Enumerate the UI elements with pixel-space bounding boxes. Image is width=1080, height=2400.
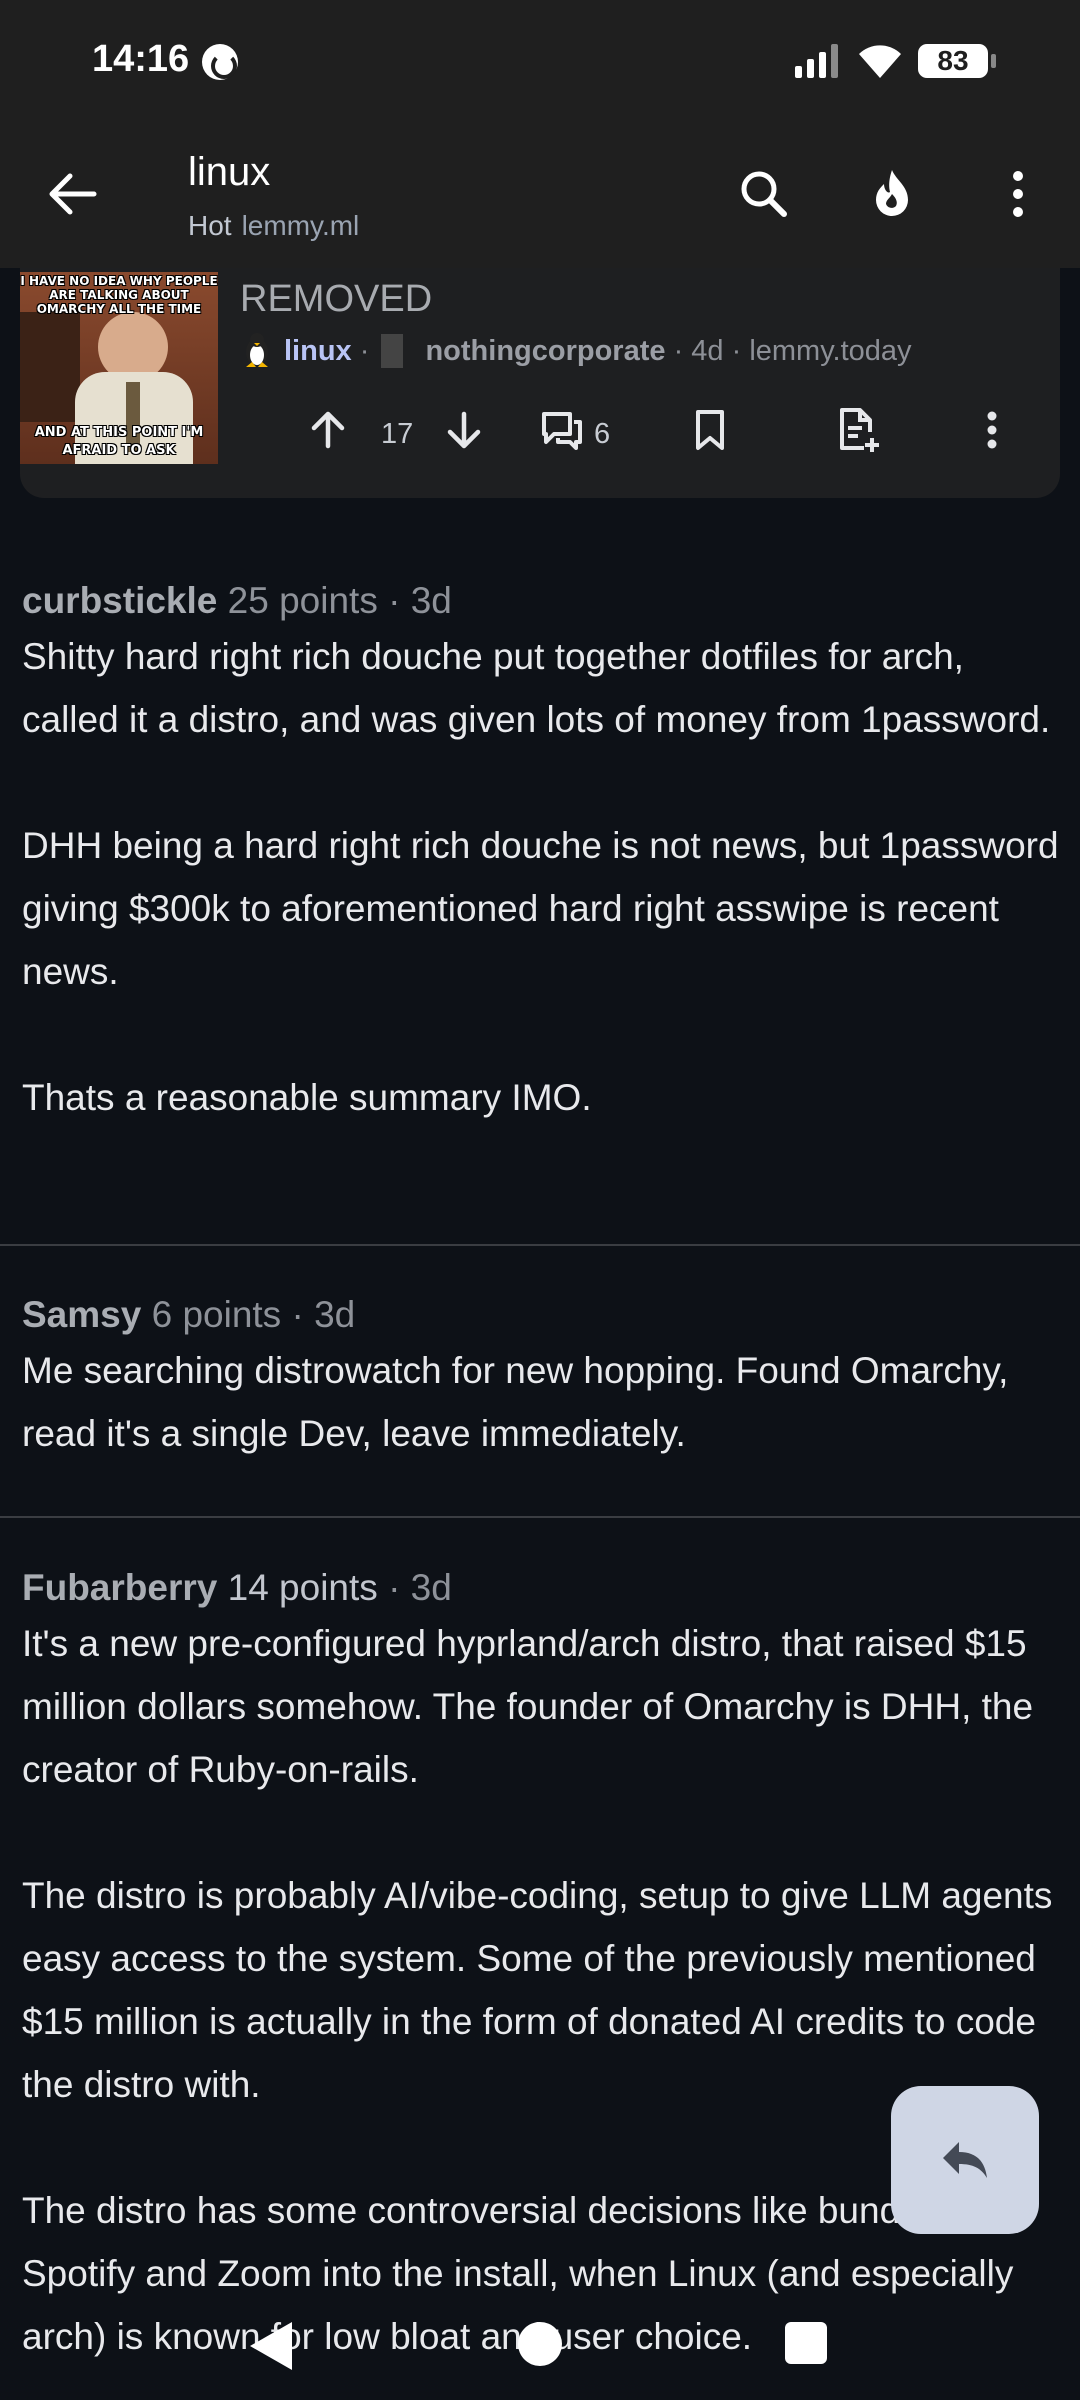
comment-paragraph: Thats a reasonable summary IMO. [22,1077,592,1118]
battery-icon: 83 [918,44,996,78]
meta-separator: · [359,335,370,367]
more-vertical-icon[interactable] [988,164,1048,224]
comment-header: Samsy 6 points · 3d [22,1294,1062,1336]
nav-recents-icon[interactable] [785,2322,827,2364]
comment-paragraph: Shitty hard right rich douche put togeth… [22,636,1051,740]
comment[interactable]: curbstickle 25 points · 3d Shitty hard r… [22,580,1062,1129]
comment-age: · 3d [388,580,452,621]
comment-body: Shitty hard right rich douche put togeth… [22,625,1062,1129]
post-title[interactable]: REMOVED [240,278,432,321]
comment[interactable]: Fubarberry 14 points · 3d It's a new pre… [22,1567,1062,2368]
comment-points: 14 points [227,1567,378,1608]
user-avatar [381,334,404,368]
post-actions: 17 6 [288,406,1028,466]
thumbnail-shelf [20,312,80,422]
meme-bottom-text: AND AT THIS POINT I'M AFRAID TO ASK [34,425,204,458]
comment-author[interactable]: Fubarberry [22,1567,217,1608]
signal-icon [795,44,838,78]
comment-body: It's a new pre-configured hyprland/arch … [22,1612,1062,2368]
comment-author[interactable]: Samsy [22,1294,141,1335]
comment-header: Fubarberry 14 points · 3d [22,1567,1062,1609]
comment[interactable]: Samsy 6 points · 3d Me searching distrow… [22,1294,1062,1465]
author-link[interactable]: nothingcorporate [425,335,665,367]
comment-header: curbstickle 25 points · 3d [22,580,1062,622]
comment-points: 25 points [227,580,378,621]
reply-fab[interactable] [891,2086,1039,2234]
search-icon[interactable] [734,164,794,224]
meme-top-text: I HAVE NO IDEA WHY PEOPLE ARE TALKING AB… [20,274,218,316]
wifi-icon [859,45,901,78]
comment-paragraph: It's a new pre-configured hyprland/arch … [22,1623,1034,1790]
sort-subtitle: Hot lemmy.ml [188,210,359,242]
file-add-icon[interactable] [834,406,882,454]
divider [0,1516,1080,1518]
app-bar: linux Hot lemmy.ml [0,120,1080,268]
sort-label: Hot [188,210,232,241]
system-nav-bar [0,2310,1080,2400]
post-meta: linux · nothingcorporate · 4d · lemmy.to… [242,332,912,368]
arrow-up-icon[interactable] [304,406,352,454]
nav-home-icon[interactable] [518,2322,562,2366]
comments-icon[interactable] [538,406,586,454]
comment-author[interactable]: curbstickle [22,580,217,621]
comment-paragraph: The distro is probably AI/vibe-coding, s… [22,1875,1053,2105]
divider [0,1244,1080,1246]
instance-label: lemmy.ml [241,210,360,241]
post-card[interactable]: I HAVE NO IDEA WHY PEOPLE ARE TALKING AB… [20,268,1060,498]
bookmark-icon[interactable] [686,406,734,454]
community-title: linux [188,150,271,194]
comment-age: · 3d [291,1294,356,1335]
status-bar: 14:16 83 [0,0,1080,120]
reply-icon [943,2142,987,2178]
comment-body: Me searching distrowatch for new hopping… [22,1339,1062,1465]
comment-points: 6 points [151,1294,282,1335]
dnd-icon [202,44,238,80]
post-thumbnail[interactable]: I HAVE NO IDEA WHY PEOPLE ARE TALKING AB… [20,272,218,464]
comment-age: · 3d [388,1567,452,1608]
comment-paragraph: DHH being a hard right rich douche is no… [22,825,1059,992]
comments-count: 6 [594,418,611,450]
back-arrow-icon[interactable] [44,166,100,222]
flame-icon[interactable] [862,164,922,224]
score-count: 17 [381,418,414,450]
post-more-icon[interactable] [968,406,1016,454]
arrow-down-icon[interactable] [440,406,488,454]
post-age: · 4d · lemmy.today [673,335,912,367]
clock: 14:16 [92,38,190,80]
tux-icon [246,333,268,367]
nav-back-icon[interactable] [246,2318,296,2374]
community-link[interactable]: linux [284,335,352,367]
comment-paragraph: Me searching distrowatch for new hopping… [22,1350,1009,1454]
